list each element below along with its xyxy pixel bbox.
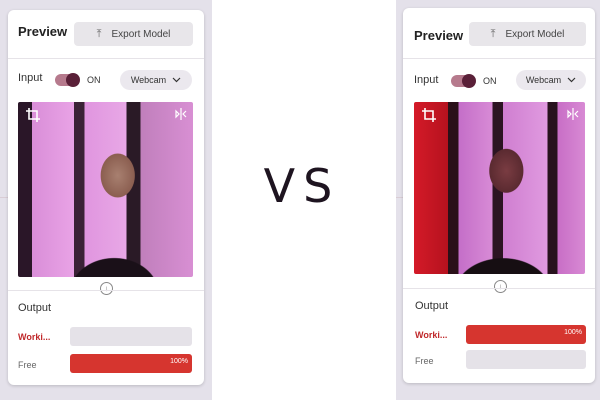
class-label-free: Free — [415, 356, 434, 366]
upload-icon: ⤒ — [490, 27, 496, 40]
confidence-percent: 100% — [170, 358, 188, 365]
preview-panel-left: Preview ⤒ Export Model Input ON Webcam ↓… — [8, 10, 204, 385]
confidence-bar-working: 100% — [466, 325, 586, 344]
arrow-down-icon: ↓ — [494, 280, 507, 293]
flip-icon[interactable] — [175, 108, 187, 120]
output-title: Output — [18, 302, 52, 314]
input-toggle[interactable] — [55, 73, 80, 87]
export-model-label: Export Model — [111, 28, 171, 40]
chevron-down-icon — [567, 75, 576, 85]
chevron-down-icon — [172, 75, 181, 85]
confidence-percent: 100% — [564, 329, 582, 336]
export-model-button[interactable]: ⤒ Export Model — [74, 22, 193, 46]
export-model-label: Export Model — [505, 28, 565, 40]
output-divider — [8, 290, 204, 291]
input-label: Input — [18, 72, 43, 84]
crop-icon[interactable] — [26, 108, 40, 122]
vs-heading: VS — [263, 159, 341, 213]
header-divider — [403, 58, 595, 59]
toggle-knob — [462, 74, 476, 88]
export-model-button[interactable]: ⤒ Export Model — [469, 22, 586, 46]
confidence-bar-working — [70, 327, 192, 346]
input-toggle[interactable] — [451, 74, 476, 88]
toggle-state-label: ON — [483, 76, 497, 86]
panel-title: Preview — [18, 24, 68, 39]
upload-icon: ⤒ — [96, 27, 102, 40]
arrow-down-icon: ↓ — [100, 282, 113, 295]
input-label: Input — [414, 74, 439, 86]
source-dropdown-label: Webcam — [525, 75, 562, 85]
preview-panel-right: Preview ⤒ Export Model Input ON Webcam ↓… — [403, 8, 595, 383]
source-dropdown[interactable]: Webcam — [516, 70, 586, 90]
class-label-working: Worki... — [18, 332, 51, 342]
output-divider — [403, 288, 595, 289]
source-dropdown-label: Webcam — [130, 75, 167, 85]
confidence-bar-free — [466, 350, 586, 369]
output-title: Output — [415, 300, 449, 312]
toggle-knob — [66, 73, 80, 87]
divider-line — [0, 197, 8, 198]
webcam-preview — [18, 102, 193, 277]
class-label-free: Free — [18, 360, 37, 370]
header-divider — [8, 58, 204, 59]
source-dropdown[interactable]: Webcam — [120, 70, 192, 90]
class-label-working: Worki... — [415, 330, 448, 340]
confidence-bar-free: 100% — [70, 354, 192, 373]
panel-title: Preview — [414, 28, 464, 43]
flip-icon[interactable] — [567, 108, 579, 120]
webcam-preview — [414, 102, 585, 274]
toggle-state-label: ON — [87, 75, 101, 85]
crop-icon[interactable] — [422, 108, 436, 122]
